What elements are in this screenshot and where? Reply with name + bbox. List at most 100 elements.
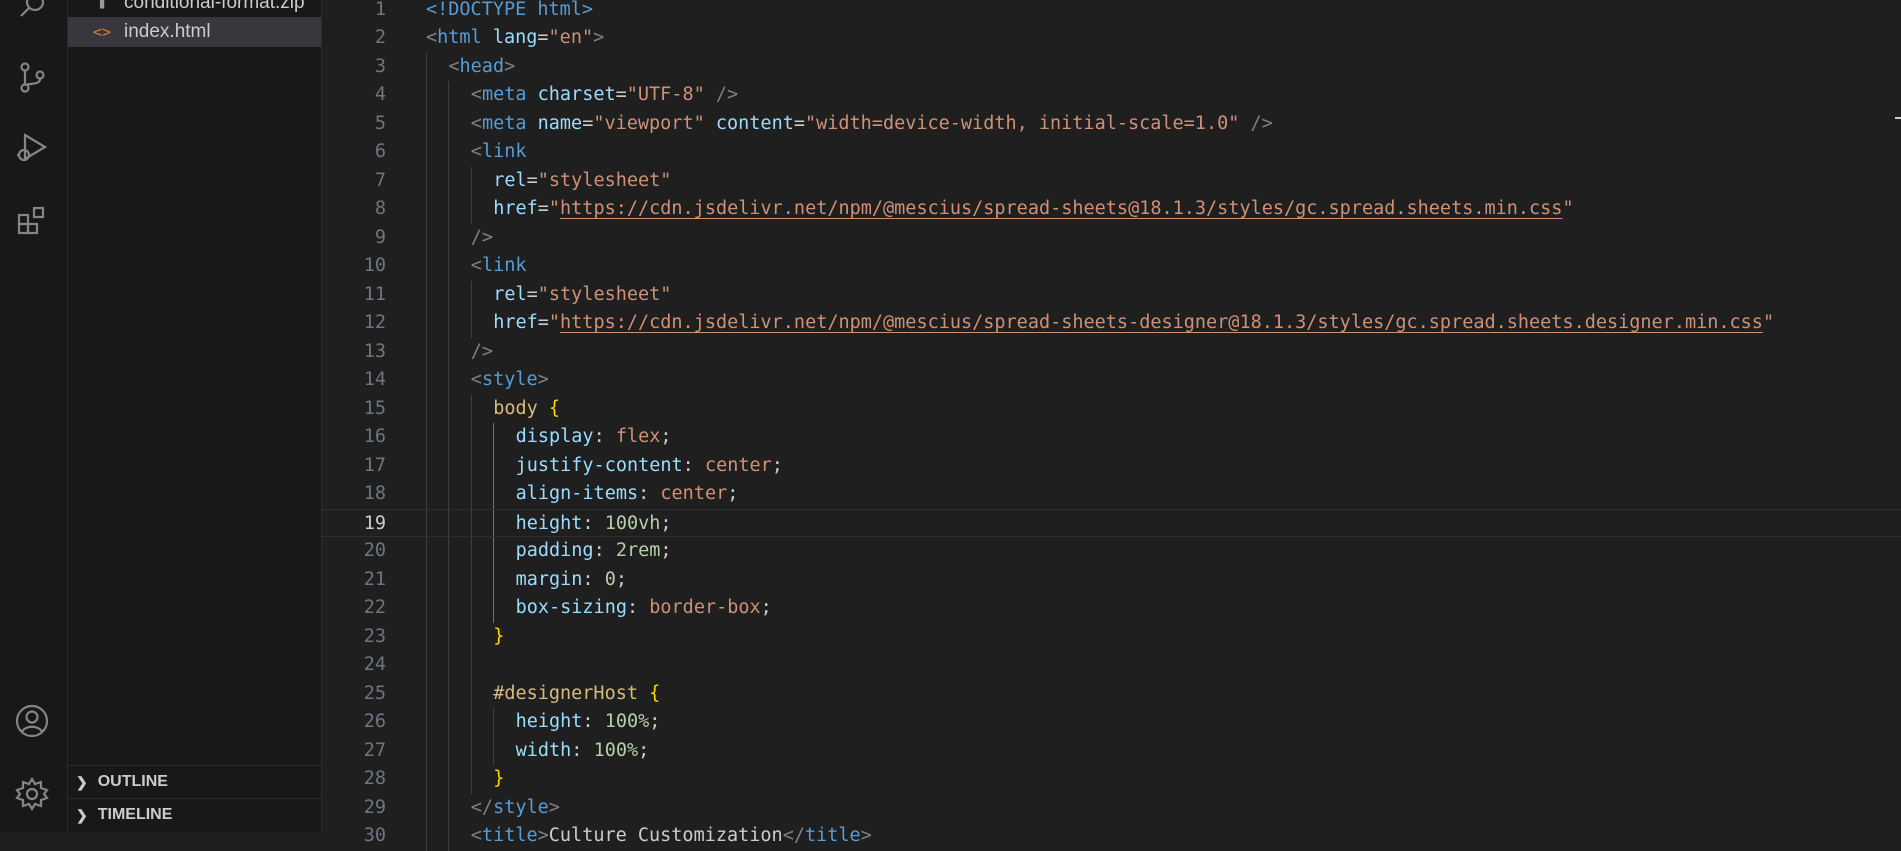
code-line[interactable]: 6 <link: [322, 138, 1901, 167]
code-line[interactable]: 12 href="https://cdn.jsdelivr.net/npm/@me…: [322, 309, 1901, 338]
code-line[interactable]: 17 justify-content: center;: [322, 451, 1901, 480]
code-token: 100%: [593, 739, 639, 761]
code-line[interactable]: 16 display: flex;: [322, 423, 1901, 452]
indent-guide: [470, 423, 472, 452]
code-line[interactable]: 24: [322, 651, 1901, 680]
code-line[interactable]: 28}: [322, 765, 1901, 794]
code-line[interactable]: 30 <title>Culture Customization</title>: [322, 822, 1901, 851]
code-line[interactable]: 20 padding: 2rem;: [322, 537, 1901, 566]
account-icon[interactable]: [12, 701, 52, 741]
code-line[interactable]: 1 <!DOCTYPE html>: [322, 0, 1901, 24]
indent-guide: [426, 166, 427, 195]
code-text: <meta name="viewport" content="width=dev…: [471, 110, 1273, 139]
line-number: 17: [363, 454, 386, 476]
indent-guide: [448, 622, 450, 651]
gear-icon[interactable]: [12, 774, 52, 814]
code-line[interactable]: 13 />: [322, 337, 1901, 366]
line-number: 24: [363, 654, 386, 675]
indent-guide: [426, 252, 427, 281]
code-token: style: [481, 369, 538, 390]
code-text: <title>Culture Customization</title>: [471, 822, 872, 851]
code-line[interactable]: 29 </style>: [322, 793, 1901, 822]
code-link[interactable]: https://cdn.jsdelivr.net/npm/@mescius/sp…: [560, 198, 1562, 219]
code-line[interactable]: 7 rel="stylesheet": [322, 166, 1901, 195]
source-control-icon[interactable]: [12, 57, 52, 97]
file-item-index-html[interactable]: <> index.html: [68, 17, 321, 47]
line-number: 26: [363, 711, 386, 732]
indent-guide: [470, 166, 472, 195]
indent-guide: [448, 394, 450, 423]
indent-guide: [426, 537, 427, 566]
code-line[interactable]: 11 rel="stylesheet": [322, 280, 1901, 309]
line-number: 10: [363, 255, 386, 276]
code-token: :: [682, 454, 705, 476]
search-icon[interactable]: [12, 0, 52, 26]
code-token: :: [571, 739, 594, 761]
indent-guide: [470, 736, 472, 765]
indent-guide: [448, 109, 450, 138]
code-token: head: [459, 55, 505, 77]
code-line[interactable]: 10 <link: [322, 252, 1901, 281]
extensions-icon[interactable]: [12, 201, 52, 241]
code-line[interactable]: 23}: [322, 622, 1901, 651]
code-link[interactable]: https://cdn.jsdelivr.net/npm/@mescius/sp…: [560, 312, 1763, 333]
code-editor[interactable]: 1 <!DOCTYPE html> 2 <html lang="en"> 3 <head>…: [322, 0, 1901, 851]
code-line[interactable]: 22 box-sizing: border-box;: [322, 594, 1901, 623]
line-number: 18: [363, 483, 386, 504]
code-line[interactable]: 2 <html lang="en">: [322, 24, 1901, 53]
code-line[interactable]: 15 body {: [322, 394, 1901, 423]
line-number: 14: [363, 369, 386, 390]
code-line[interactable]: 19 height: 100vh;: [322, 508, 1901, 539]
line-number: 23: [363, 625, 386, 647]
code-line[interactable]: 27 width: 100%;: [322, 736, 1901, 766]
code-text: <head>: [448, 53, 515, 82]
code-text: box-sizing: border-box;: [516, 594, 772, 623]
line-number: 28: [363, 768, 386, 789]
indent-guide: [426, 366, 427, 395]
code-token: height: [515, 711, 583, 732]
file-item-zip[interactable]: ▮ conditional-format.zip: [68, 0, 321, 18]
code-line[interactable]: 25 #designerHost {: [322, 679, 1901, 709]
code-token: ;: [615, 568, 627, 590]
indent-guide: [426, 651, 427, 680]
scrollbar-marker[interactable]: [1895, 117, 1901, 119]
code-text: #designerHost {: [493, 680, 660, 709]
chevron-right-icon: ❯: [76, 806, 88, 823]
indent-guide: [426, 280, 427, 309]
code-token: 100vh: [604, 512, 661, 534]
code-line[interactable]: 26 height: 100%;: [322, 708, 1901, 737]
code-token: html: [437, 27, 482, 48]
code-line[interactable]: 9 />: [322, 223, 1901, 252]
code-token: {: [548, 397, 561, 419]
line-number: 27: [363, 739, 386, 761]
indent-guide: [426, 223, 427, 252]
indent-guide: [426, 565, 427, 594]
code-token: <: [470, 825, 482, 846]
code-line[interactable]: 8 href="https://cdn.jsdelivr.net/npm/@mes…: [322, 195, 1901, 224]
code-text: <meta charset="UTF-8" />: [471, 81, 738, 110]
code-line[interactable]: 4 <meta charset="UTF-8" />: [322, 81, 1901, 110]
indent-guide: [426, 594, 427, 623]
code-line[interactable]: 21 margin: 0;: [322, 565, 1901, 594]
run-debug-icon[interactable]: [12, 128, 52, 168]
code-line[interactable]: 18 align-items: center;: [322, 480, 1901, 509]
code-token: ;: [660, 512, 672, 534]
code-line[interactable]: 14 <style>: [322, 366, 1901, 395]
indent-guide: [470, 480, 472, 509]
code-token: center: [704, 454, 772, 476]
chevron-right-icon: ❯: [76, 773, 88, 790]
outline-section[interactable]: ❯ OUTLINE: [68, 765, 321, 798]
code-text: width: 100%;: [516, 737, 650, 766]
indent-guide: [426, 394, 427, 423]
line-number: 12: [363, 312, 386, 333]
section-label: TIMELINE: [97, 806, 173, 823]
code-line[interactable]: 3 <head>: [322, 52, 1901, 82]
code-text: height: 100vh;: [516, 510, 672, 539]
code-line[interactable]: 5 <meta name="viewport" content="width=de…: [322, 109, 1901, 139]
indent-guide: [426, 423, 427, 452]
timeline-section[interactable]: ❯ TIMELINE: [68, 798, 321, 831]
code-token: content: [715, 112, 794, 134]
code-token: >: [537, 825, 549, 846]
